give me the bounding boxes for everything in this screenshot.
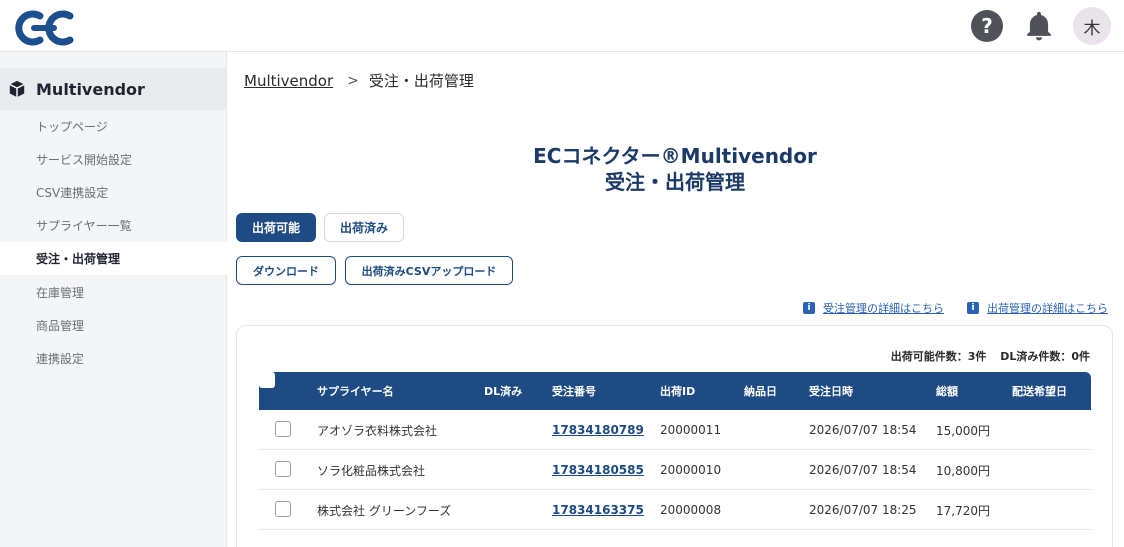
shippable-count: 出荷可能件数：3件 bbox=[890, 350, 987, 363]
order-number-link[interactable]: 17834163375 bbox=[552, 490, 644, 530]
shipment-id: 20000010 bbox=[660, 463, 722, 477]
sidebar-item-top-page[interactable]: トップページ bbox=[0, 110, 227, 143]
csv-upload-button[interactable]: 出荷済みCSVアップロード bbox=[345, 256, 513, 285]
order-total: 10,800円 bbox=[936, 463, 990, 478]
sidebar-item-service-setup[interactable]: サービス開始設定 bbox=[0, 143, 227, 176]
col-delivery-date[interactable]: 納品日 bbox=[744, 372, 777, 410]
row-checkbox[interactable] bbox=[275, 501, 291, 517]
breadcrumb: Multivendor > 受注・出荷管理 bbox=[244, 70, 474, 91]
sidebar-item-suppliers[interactable]: サプライヤー一覧 bbox=[0, 209, 227, 242]
supplier-name: アオゾラ衣料株式会社 bbox=[317, 423, 438, 438]
supplier-name: ソラ化粧品株式会社 bbox=[317, 463, 426, 478]
order-datetime: 2026/07/07 18:54 bbox=[809, 423, 917, 437]
col-total[interactable]: 総額 bbox=[936, 372, 958, 410]
col-order-datetime[interactable]: 受注日時 bbox=[809, 372, 853, 410]
info-icon: i bbox=[967, 302, 979, 314]
avatar[interactable]: 木 bbox=[1073, 7, 1111, 45]
info-icon: i bbox=[803, 302, 815, 314]
col-shipment-id[interactable]: 出荷ID bbox=[660, 372, 695, 410]
order-datetime: 2026/07/07 18:25 bbox=[809, 503, 917, 517]
col-order-no[interactable]: 受注番号 bbox=[552, 372, 596, 410]
shipment-id: 20000008 bbox=[660, 503, 722, 517]
table-row[interactable]: ソラ化粧品株式会社 17834180585 20000010 2026/07/0… bbox=[259, 450, 1091, 490]
tab-shippable[interactable]: 出荷可能 bbox=[236, 213, 316, 242]
top-header: ? 木 bbox=[0, 0, 1124, 52]
table-row[interactable]: アオゾラ衣料株式会社 17834180789 20000011 2026/07/… bbox=[259, 410, 1091, 450]
col-supplier[interactable]: サプライヤー名 bbox=[317, 372, 394, 410]
logo[interactable] bbox=[10, 6, 80, 48]
order-total: 15,000円 bbox=[936, 423, 990, 438]
help-icon[interactable]: ? bbox=[971, 10, 1003, 42]
order-datetime: 2026/07/07 18:54 bbox=[809, 463, 917, 477]
sidebar-section-multivendor[interactable]: Multivendor bbox=[0, 68, 227, 110]
download-button[interactable]: ダウンロード bbox=[236, 256, 336, 285]
sidebar-title: Multivendor bbox=[36, 79, 145, 99]
sidebar: Multivendor トップページ サービス開始設定 CSV連携設定 サプライ… bbox=[0, 52, 227, 547]
col-dl[interactable]: DL済み bbox=[484, 372, 522, 410]
sidebar-item-orders[interactable]: 受注・出荷管理 bbox=[0, 242, 227, 275]
supplier-name: 株式会社 グリーンフーズ bbox=[317, 503, 452, 518]
sidebar-item-csv-settings[interactable]: CSV連携設定 bbox=[0, 176, 227, 209]
col-requested-date[interactable]: 配送希望日 bbox=[1012, 372, 1067, 410]
order-number-link[interactable]: 17834180789 bbox=[552, 410, 644, 450]
order-help-link[interactable]: i 受注管理の詳細はこちら bbox=[803, 300, 944, 316]
sidebar-item-inventory[interactable]: 在庫管理 bbox=[0, 276, 227, 309]
page-subtitle: 受注・出荷管理 bbox=[605, 170, 745, 194]
sidebar-item-integration[interactable]: 連携設定 bbox=[0, 342, 227, 375]
order-total: 17,720円 bbox=[936, 503, 990, 518]
shipment-id: 20000011 bbox=[660, 423, 722, 437]
order-help-link-label: 受注管理の詳細はこちら bbox=[823, 302, 944, 315]
row-checkbox[interactable] bbox=[275, 461, 291, 477]
breadcrumb-root-link[interactable]: Multivendor bbox=[244, 72, 333, 90]
order-number-link[interactable]: 17834180585 bbox=[552, 450, 644, 490]
bell-icon[interactable] bbox=[1022, 9, 1056, 43]
shipping-help-link[interactable]: i 出荷管理の詳細はこちら bbox=[967, 300, 1108, 316]
page-title: ECコネクター®Multivendor bbox=[533, 144, 817, 168]
breadcrumb-current: 受注・出荷管理 bbox=[368, 72, 474, 90]
table-header: サプライヤー名 DL済み 受注番号 出荷ID 納品日 受注日時 総額 配送希望日 bbox=[259, 372, 1091, 410]
breadcrumb-separator: > bbox=[347, 72, 359, 89]
cube-icon bbox=[9, 80, 25, 98]
orders-card: 出荷可能件数：3件 DL済み件数：0件 サプライヤー名 DL済み 受注番号 出荷… bbox=[236, 325, 1113, 547]
select-all-checkbox[interactable] bbox=[259, 372, 275, 388]
sidebar-item-products[interactable]: 商品管理 bbox=[0, 309, 227, 342]
order-counts: 出荷可能件数：3件 DL済み件数：0件 bbox=[881, 348, 1090, 364]
shipping-help-link-label: 出荷管理の詳細はこちら bbox=[987, 302, 1108, 315]
tab-shipped[interactable]: 出荷済み bbox=[324, 213, 404, 242]
downloaded-count: DL済み件数：0件 bbox=[1000, 350, 1090, 363]
row-checkbox[interactable] bbox=[275, 421, 291, 437]
table-row[interactable]: 株式会社 グリーンフーズ 17834163375 20000008 2026/0… bbox=[259, 490, 1091, 530]
